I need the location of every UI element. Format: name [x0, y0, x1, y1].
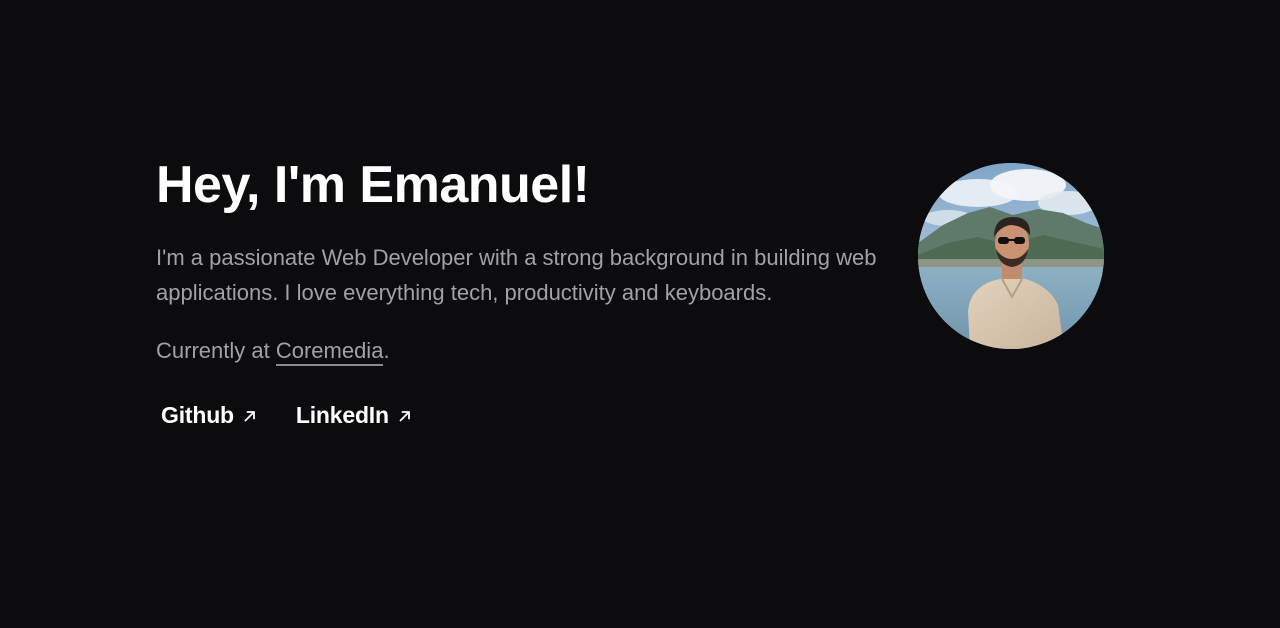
github-link[interactable]: Github [161, 402, 258, 429]
current-employer: Currently at Coremedia. [156, 333, 886, 368]
company-link[interactable]: Coremedia [275, 338, 384, 366]
intro-text: Hey, I'm Emanuel! I'm a passionate Web D… [156, 150, 886, 429]
linkedin-link-label: LinkedIn [295, 402, 389, 428]
avatar [918, 163, 1104, 349]
linkedin-link[interactable]: LinkedIn [296, 402, 413, 429]
arrow-up-right-icon [397, 408, 413, 424]
profile-photo [918, 163, 1104, 349]
page-title: Hey, I'm Emanuel! [156, 156, 590, 214]
current-prefix: Currently at [156, 338, 276, 363]
social-links: Github LinkedIn [156, 402, 886, 429]
github-link-label: Github [161, 402, 234, 428]
bio-text: I'm a passionate Web Developer with a st… [156, 245, 877, 305]
arrow-up-right-icon [242, 408, 258, 424]
current-suffix: . [383, 338, 390, 363]
hero-section: Hey, I'm Emanuel! I'm a passionate Web D… [156, 150, 1106, 480]
